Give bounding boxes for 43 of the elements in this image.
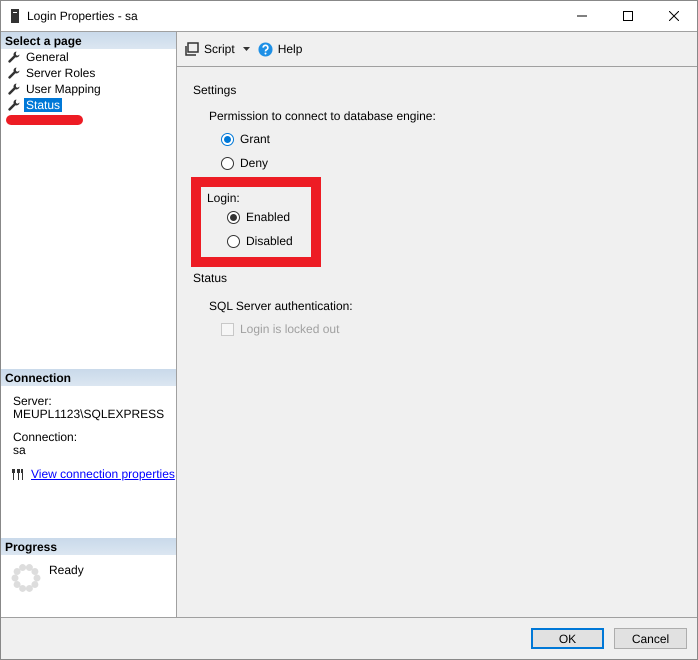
field-label: Server: xyxy=(12,395,53,408)
progress-status: Ready xyxy=(49,563,84,579)
field-label: Connection: xyxy=(12,431,78,444)
field-value: MEUPL1123\SQLEXPRESS xyxy=(12,408,166,421)
help-button[interactable]: Help xyxy=(258,42,302,56)
script-button[interactable]: Script xyxy=(185,42,252,56)
wrench-icon xyxy=(8,51,20,63)
wrench-icon xyxy=(8,99,20,111)
section-header: Select a page xyxy=(1,32,176,49)
sidebar-item[interactable]: General xyxy=(24,50,71,64)
checkbox-label: Login is locked out xyxy=(240,322,340,336)
server-icon xyxy=(11,9,19,23)
spinner-icon xyxy=(11,563,41,593)
connection-link[interactable]: View connection properties xyxy=(31,467,175,481)
wrench-icon xyxy=(8,67,20,79)
radio-button[interactable] xyxy=(227,234,240,248)
section-title: Settings xyxy=(193,83,238,97)
dialog-button[interactable]: OK xyxy=(531,628,604,649)
window-title: Login Properties - sa xyxy=(27,9,138,23)
field-label: SQL Server authentication: xyxy=(208,299,354,313)
radio-button[interactable] xyxy=(221,156,234,170)
radio-label: Disabled xyxy=(246,234,293,248)
radio-label: Enabled xyxy=(246,210,290,224)
sidebar-item[interactable]: Server Roles xyxy=(24,66,98,80)
field-value: sa xyxy=(12,444,27,457)
plug-icon xyxy=(11,468,23,480)
maximize-icon xyxy=(623,11,633,21)
radio-label: Deny xyxy=(240,156,268,170)
wrench-icon xyxy=(8,83,20,95)
script-icon xyxy=(185,42,199,56)
radio-button[interactable] xyxy=(221,132,234,146)
section-header: Progress xyxy=(1,538,176,555)
section-header: Connection xyxy=(1,369,176,386)
close-icon xyxy=(669,11,679,21)
field-label: Login: xyxy=(207,191,241,205)
field-label: Permission to connect to database engine: xyxy=(208,109,437,123)
sidebar-item[interactable]: User Mapping xyxy=(24,82,103,96)
radio-label: Grant xyxy=(240,132,270,146)
sidebar-item[interactable]: Status xyxy=(24,98,62,112)
dialog-button[interactable]: Cancel xyxy=(614,628,687,649)
radio-button[interactable] xyxy=(227,210,240,224)
section-title: Status xyxy=(193,271,228,285)
help-icon xyxy=(258,42,273,56)
